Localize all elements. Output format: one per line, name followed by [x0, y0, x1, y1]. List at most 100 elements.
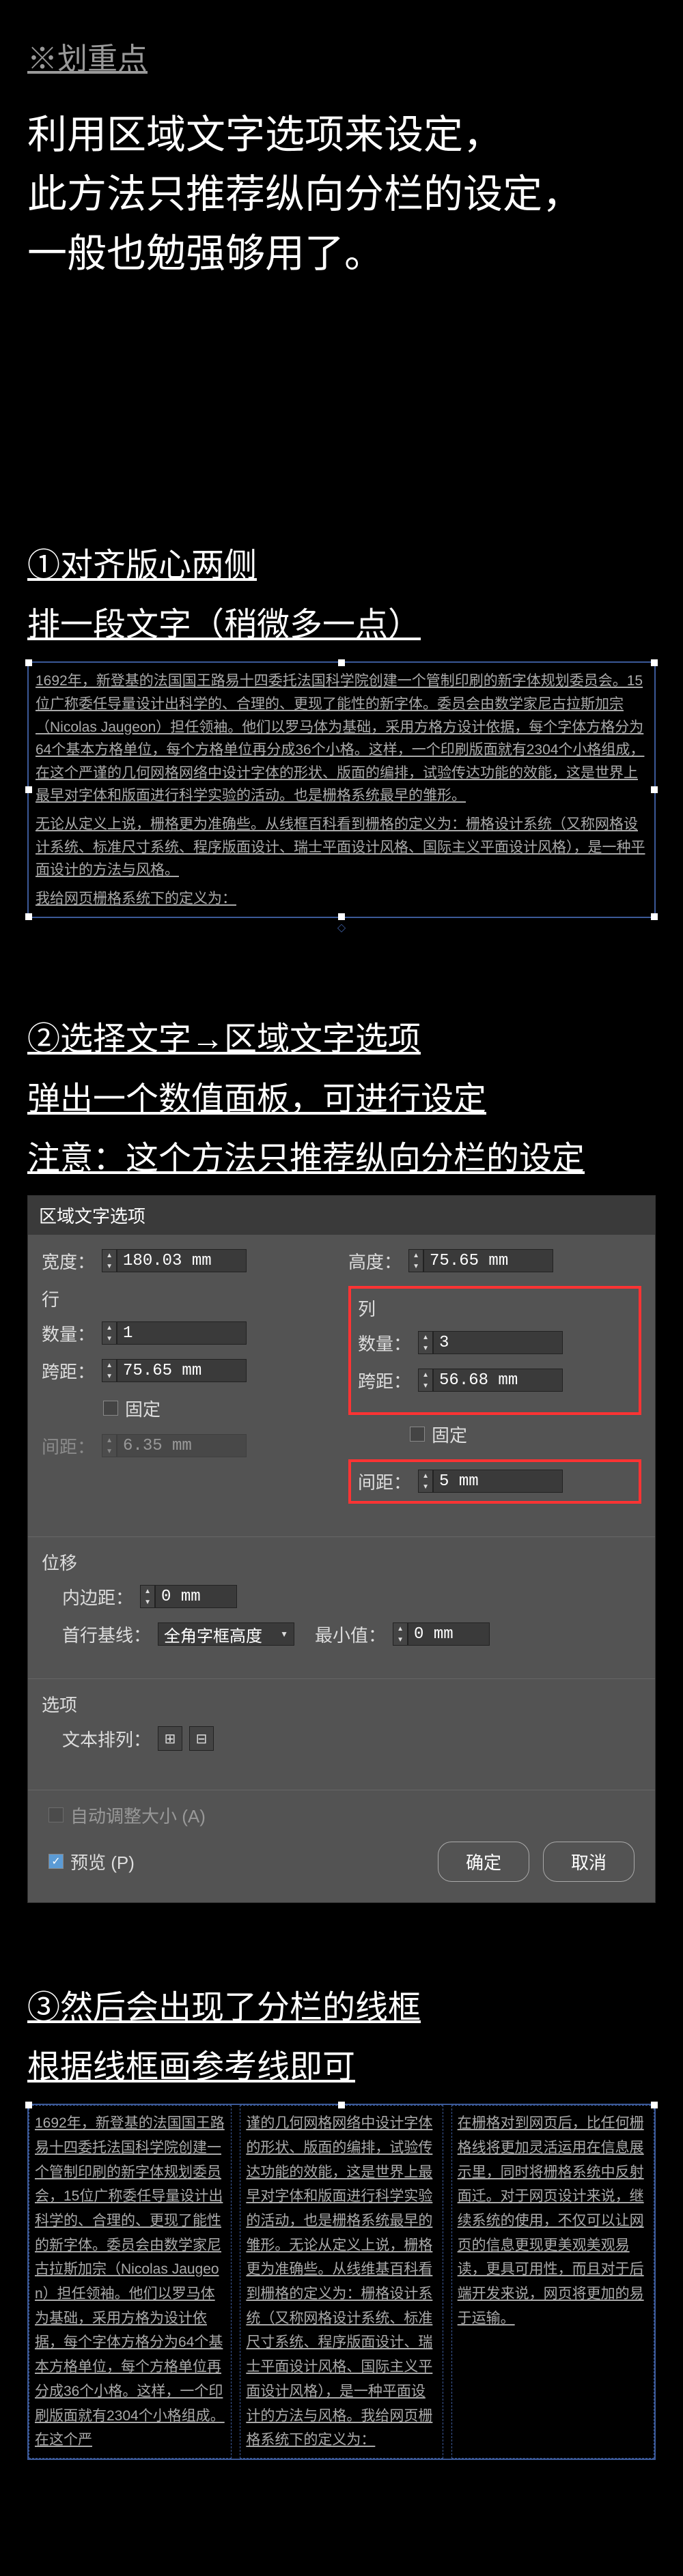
down-arrow-icon: ▼ — [102, 1446, 116, 1457]
paragraph-3: 我给网页栅格系统下的定义为： — [36, 887, 647, 911]
down-arrow-icon[interactable]: ▼ — [419, 1343, 432, 1354]
inset-label: 内边距： — [62, 1584, 133, 1609]
up-arrow-icon[interactable]: ▲ — [102, 1250, 116, 1261]
baseline-value: 全角字框高度 — [164, 1622, 280, 1646]
down-arrow-icon[interactable]: ▼ — [419, 1380, 432, 1391]
divider — [28, 1678, 655, 1679]
up-arrow-icon[interactable]: ▲ — [141, 1586, 154, 1597]
section2-title1: ②选择文字→区域文字选项 — [27, 1016, 656, 1062]
width-input[interactable] — [117, 1249, 247, 1272]
text-frame[interactable]: 1692年，新登基的法国国王路易十四委托法国科学院创建一个管制印刷的新字体规划委… — [27, 661, 656, 918]
row-count-stepper[interactable]: ▲▼ — [102, 1321, 247, 1345]
divider — [28, 1536, 655, 1537]
section2-title2: 弹出一个数值面板，可进行设定 — [27, 1076, 656, 1122]
down-arrow-icon[interactable]: ▼ — [102, 1371, 116, 1382]
handle-top-right[interactable] — [651, 2102, 658, 2108]
column-3: 在栅格对到网页后，比任何栅格线将更加灵活运用在信息展示里，同时将栅格系统中反射面… — [451, 2105, 654, 2459]
col-count-input[interactable] — [433, 1331, 563, 1354]
down-arrow-icon[interactable]: ▼ — [141, 1597, 154, 1607]
col-span-label: 跨距： — [358, 1368, 411, 1393]
width-label: 宽度： — [42, 1248, 95, 1274]
up-arrow-icon[interactable]: ▲ — [419, 1369, 432, 1380]
up-arrow-icon[interactable]: ▲ — [419, 1470, 432, 1481]
col-fixed-label: 固定 — [432, 1422, 467, 1447]
handle-mid-right[interactable] — [651, 786, 658, 793]
chevron-down-icon: ▼ — [280, 1629, 288, 1639]
baseline-label: 首行基线： — [62, 1622, 151, 1647]
col-fixed-checkbox[interactable] — [410, 1427, 425, 1442]
col-gutter-input[interactable] — [433, 1470, 563, 1493]
handle-mid-left[interactable] — [25, 786, 32, 793]
down-arrow-icon[interactable]: ▼ — [419, 1481, 432, 1492]
column-2: 谨的几何网格网络中设计字体的形状、版面的编排，试验传达功能的效能，这是世界上最早… — [240, 2105, 443, 2459]
up-arrow-icon[interactable]: ▲ — [102, 1360, 116, 1371]
offset-section-label: 位移 — [42, 1549, 641, 1575]
columns-highlight-box: 列 数量： ▲▼ 跨距： ▲▼ — [348, 1286, 641, 1415]
inset-stepper[interactable]: ▲▼ — [140, 1585, 237, 1608]
baseline-select[interactable]: 全角字框高度 ▼ — [158, 1622, 294, 1646]
up-arrow-icon[interactable]: ▲ — [409, 1250, 423, 1261]
rows-section-label: 行 — [42, 1286, 335, 1311]
col-span-stepper[interactable]: ▲▼ — [418, 1369, 563, 1392]
min-stepper[interactable]: ▲▼ — [393, 1622, 490, 1646]
section-1: ①对齐版心两侧 排一段文字（稍微多一点） 1692年，新登基的法国国王路易十四委… — [27, 543, 656, 934]
text-flow-label: 文本排列： — [62, 1726, 151, 1751]
col-gutter-label: 间距： — [358, 1469, 411, 1494]
row-fixed-label: 固定 — [125, 1396, 161, 1421]
height-input[interactable] — [423, 1249, 553, 1272]
min-label: 最小值： — [315, 1622, 386, 1647]
preview-checkbox[interactable]: ✓ — [48, 1854, 64, 1869]
paragraph-1: 1692年，新登基的法国国王路易十四委托法国科学院创建一个管制印刷的新字体规划委… — [36, 670, 647, 807]
up-arrow-icon[interactable]: ▲ — [393, 1623, 407, 1634]
cols-section-label: 列 — [358, 1296, 632, 1321]
height-stepper[interactable]: ▲▼ — [408, 1249, 553, 1272]
row-span-stepper[interactable]: ▲▼ — [102, 1359, 247, 1382]
handle-top-left[interactable] — [25, 659, 32, 666]
text-flow-vertical-button[interactable]: ⊟ — [189, 1726, 214, 1751]
inset-input[interactable] — [155, 1585, 237, 1608]
section-3: ③然后会出现了分栏的线框 根据线框画参考线即可 1692年，新登基的法国国王路易… — [27, 1985, 656, 2460]
section3-title1: ③然后会出现了分栏的线框 — [27, 1985, 656, 2031]
options-section-label: 选项 — [42, 1691, 641, 1717]
row-fixed-checkbox[interactable] — [103, 1401, 118, 1416]
row-count-label: 数量： — [42, 1321, 95, 1346]
section1-title1: ①对齐版心两侧 — [27, 543, 656, 588]
handle-mid-bottom[interactable] — [338, 913, 345, 920]
handle-bottom-right[interactable] — [651, 913, 658, 920]
col-gutter-stepper[interactable]: ▲▼ — [418, 1470, 563, 1493]
main-intro: 利用区域文字选项来设定， 此方法只推荐纵向分栏的设定， 一般也勉强够用了。 — [27, 105, 656, 283]
col-count-label: 数量： — [358, 1330, 411, 1356]
down-arrow-icon[interactable]: ▼ — [393, 1634, 407, 1645]
row-count-input[interactable] — [117, 1321, 247, 1345]
column-1: 1692年，新登基的法国国王路易十四委托法国科学院创建一个管制印刷的新字体规划委… — [29, 2105, 232, 2459]
down-arrow-icon[interactable]: ▼ — [102, 1261, 116, 1272]
handle-mid-top[interactable] — [338, 2102, 345, 2108]
cancel-button[interactable]: 取消 — [543, 1842, 635, 1882]
section-2: ②选择文字→区域文字选项 弹出一个数值面板，可进行设定 注意：这个方法只推荐纵向… — [27, 1016, 656, 1903]
paragraph-2: 无论从定义上说，栅格更为准确些。从线框百科看到栅格的定义为：栅格设计系统（又称网… — [36, 813, 647, 882]
min-input[interactable] — [408, 1622, 490, 1646]
width-stepper[interactable]: ▲▼ — [102, 1249, 247, 1272]
up-arrow-icon[interactable]: ▲ — [419, 1332, 432, 1343]
columns-text-frame[interactable]: 1692年，新登基的法国国王路易十四委托法国科学院创建一个管制印刷的新字体规划委… — [27, 2104, 656, 2460]
up-arrow-icon: ▲ — [102, 1435, 116, 1446]
row-span-input[interactable] — [117, 1359, 247, 1382]
auto-resize-checkbox[interactable] — [48, 1807, 64, 1822]
section1-title2: 排一段文字（稍微多一点） — [27, 602, 656, 648]
handle-top-right[interactable] — [651, 659, 658, 666]
preview-label: 预览 (P) — [70, 1849, 135, 1874]
down-arrow-icon[interactable]: ▼ — [102, 1333, 116, 1344]
col-span-input[interactable] — [433, 1369, 563, 1392]
handle-mid-top[interactable] — [338, 659, 345, 666]
handle-top-left[interactable] — [25, 2102, 32, 2108]
handle-bottom-left[interactable] — [25, 913, 32, 920]
down-arrow-icon[interactable]: ▼ — [409, 1261, 423, 1272]
up-arrow-icon[interactable]: ▲ — [102, 1322, 116, 1333]
ok-button[interactable]: 确定 — [438, 1842, 529, 1882]
highlight-header: ※划重点 — [27, 34, 656, 78]
area-type-options-dialog: 区域文字选项 宽度： ▲▼ 行 数量： ▲▼ — [27, 1195, 656, 1903]
gutter-highlight-box: 间距： ▲▼ — [348, 1459, 641, 1504]
text-flow-horizontal-button[interactable]: ⊞ — [158, 1726, 182, 1751]
section2-title3: 注意：这个方法只推荐纵向分栏的设定 — [27, 1136, 656, 1182]
col-count-stepper[interactable]: ▲▼ — [418, 1331, 563, 1354]
